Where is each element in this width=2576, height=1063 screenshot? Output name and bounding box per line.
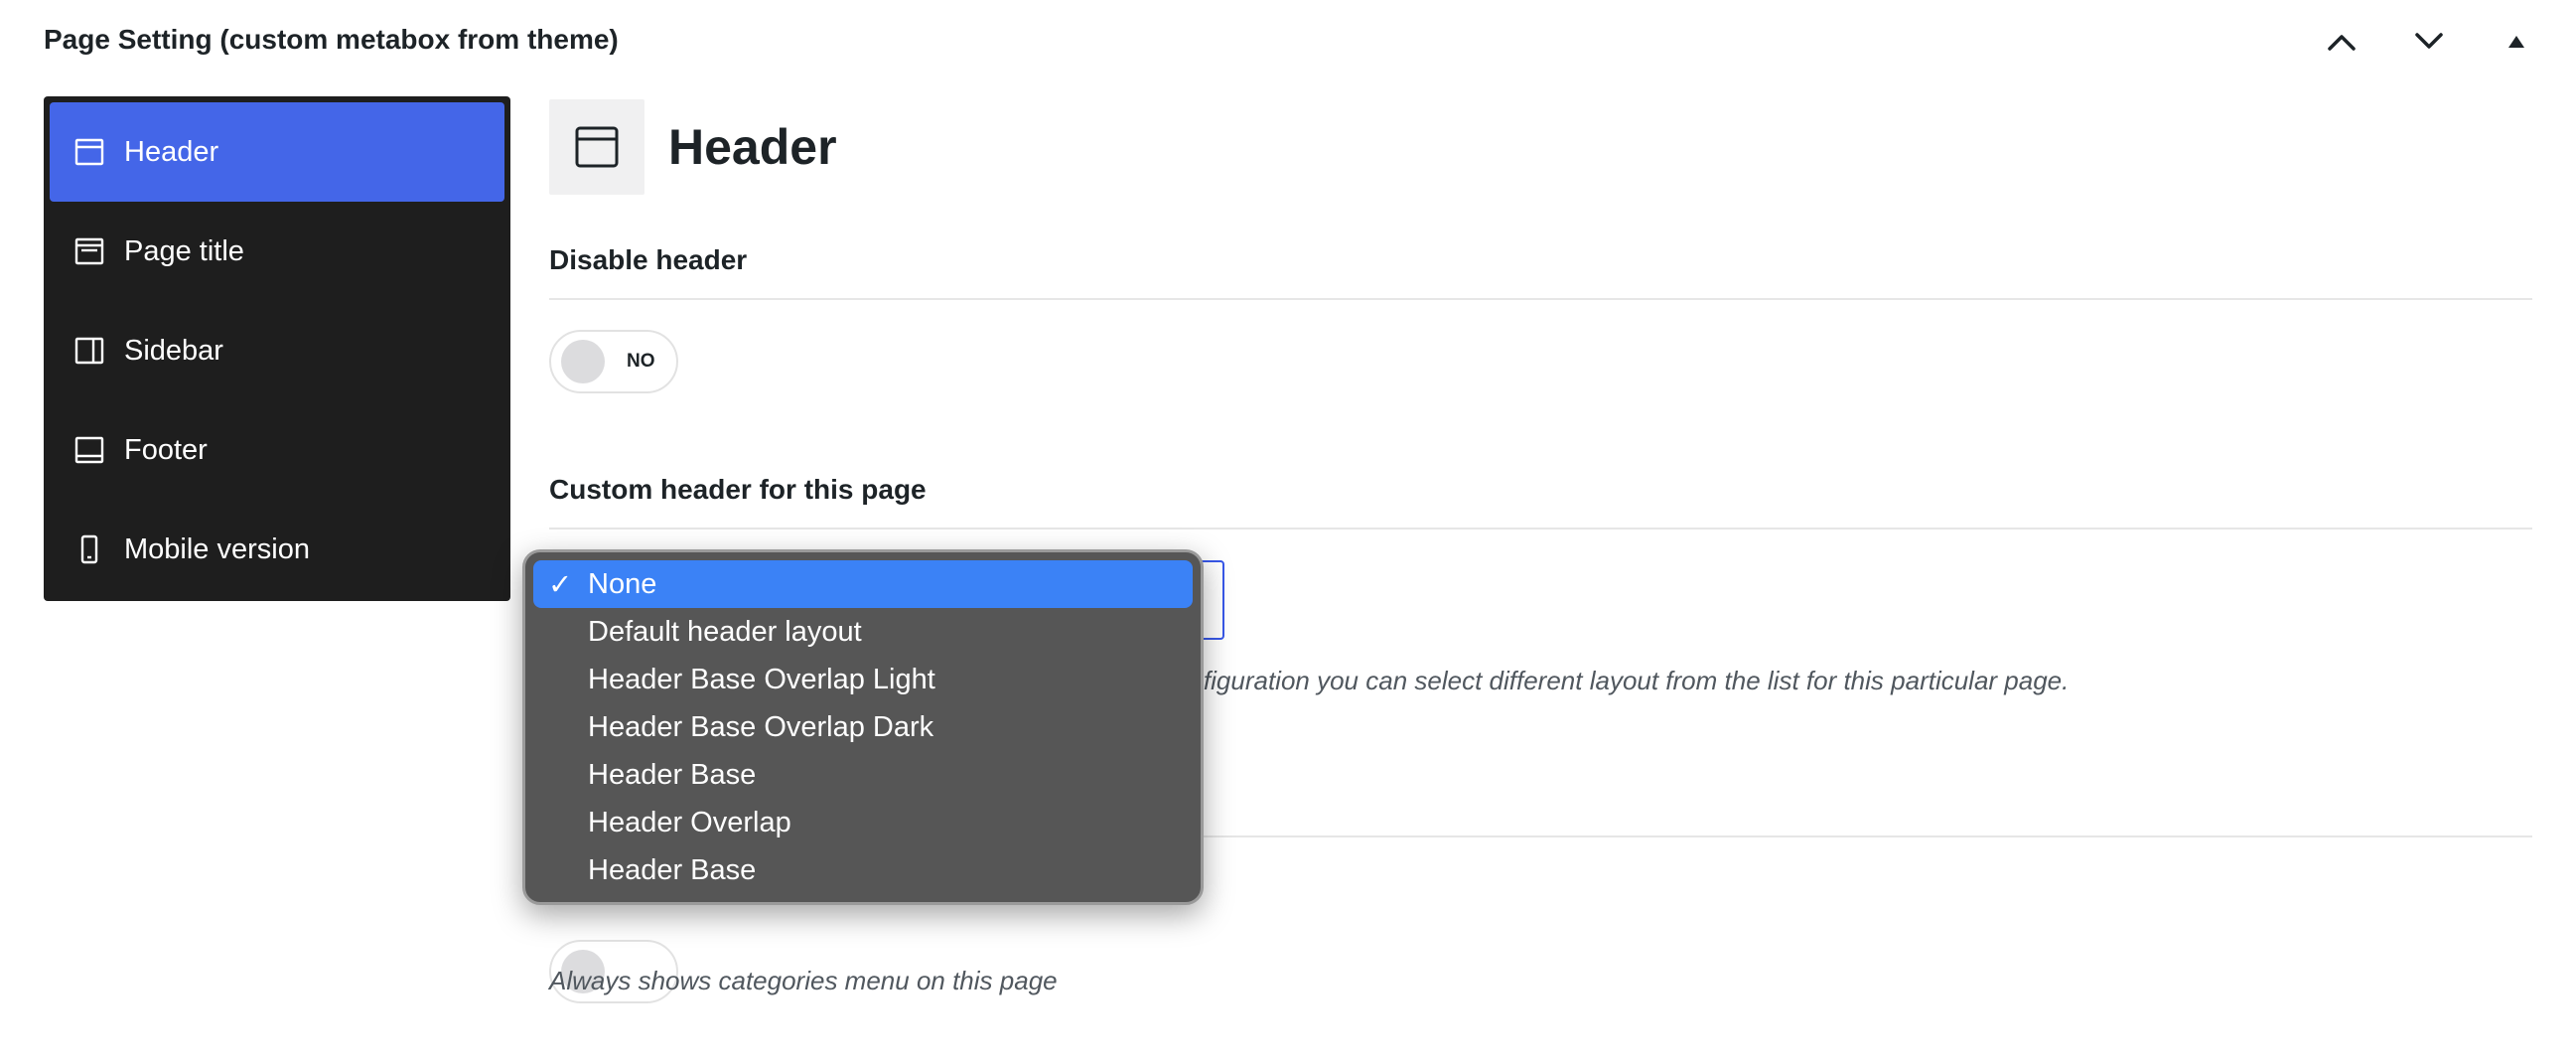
toggle-text: NO: [627, 351, 655, 372]
footer-layout-icon: [74, 436, 104, 464]
dropdown-option[interactable]: Header Base: [533, 846, 1193, 894]
divider: [549, 528, 2532, 530]
header-layout-icon: [74, 138, 104, 166]
option-label: Default header layout: [588, 615, 862, 648]
move-up-button[interactable]: [2298, 22, 2385, 62]
chevron-down-icon: [2415, 33, 2443, 49]
triangle-up-icon: [2508, 36, 2524, 48]
sidebar-item-label: Sidebar: [124, 334, 223, 367]
checkmark-icon: ✓: [548, 568, 573, 601]
custom-header-label: Custom header for this page: [549, 474, 927, 505]
divider: [549, 298, 2532, 300]
sidebar-item-page-title[interactable]: Page title: [50, 202, 504, 301]
sidebar-item-label: Footer: [124, 433, 208, 466]
settings-content: Header Disable header NO Custom header f…: [549, 99, 2532, 1003]
dropdown-option[interactable]: Header Overlap: [533, 799, 1193, 846]
panel-title: Page Setting (custom metabox from theme): [44, 24, 619, 55]
custom-header-dropdown: ✓ None Default header layout Header Base…: [522, 549, 1204, 905]
sidebar-layout-icon: [74, 337, 104, 365]
option-label: Header Base Overlap Dark: [588, 710, 934, 743]
page-title-icon: [74, 237, 104, 265]
panel-controls: [2298, 22, 2560, 62]
sidebar-item-footer[interactable]: Footer: [50, 400, 504, 500]
settings-sidebar: Header Page title Sidebar Footer Mobile …: [44, 96, 510, 601]
toggle-knob: [561, 340, 605, 383]
section-icon-box: [549, 99, 644, 195]
dropdown-option[interactable]: Header Base Overlap Light: [533, 656, 1193, 703]
custom-header-help: onfiguration you can select different la…: [1175, 666, 2070, 695]
dropdown-option[interactable]: Header Base Overlap Dark: [533, 703, 1193, 751]
sidebar-item-label: Mobile version: [124, 532, 310, 565]
section-title: Header: [668, 119, 837, 175]
dropdown-option[interactable]: Default header layout: [533, 608, 1193, 656]
chevron-up-icon: [2328, 35, 2356, 51]
toggle-panel-button[interactable]: [2473, 22, 2560, 62]
option-label: None: [588, 567, 657, 600]
disable-header-toggle[interactable]: NO: [549, 330, 678, 393]
dropdown-option[interactable]: ✓ None: [533, 560, 1193, 608]
disable-header-label: Disable header: [549, 244, 748, 275]
option-label: Header Base Overlap Light: [588, 663, 935, 695]
sidebar-item-label: Header: [124, 135, 219, 168]
mobile-icon: [80, 534, 98, 564]
header-layout-icon: [575, 126, 619, 168]
section-header: Header: [549, 99, 2532, 195]
dropdown-option[interactable]: Header Base: [533, 751, 1193, 799]
sidebar-item-header[interactable]: Header: [50, 102, 504, 202]
option-label: Header Base: [588, 758, 757, 791]
sidebar-item-label: Page title: [124, 234, 244, 267]
move-down-button[interactable]: [2385, 22, 2473, 62]
sidebar-item-mobile-version[interactable]: Mobile version: [50, 500, 504, 599]
sidebar-item-sidebar[interactable]: Sidebar: [50, 301, 504, 400]
option-label: Header Base: [588, 853, 757, 886]
option-label: Header Overlap: [588, 806, 791, 838]
categories-menu-help: Always shows categories menu on this pag…: [549, 966, 1058, 995]
